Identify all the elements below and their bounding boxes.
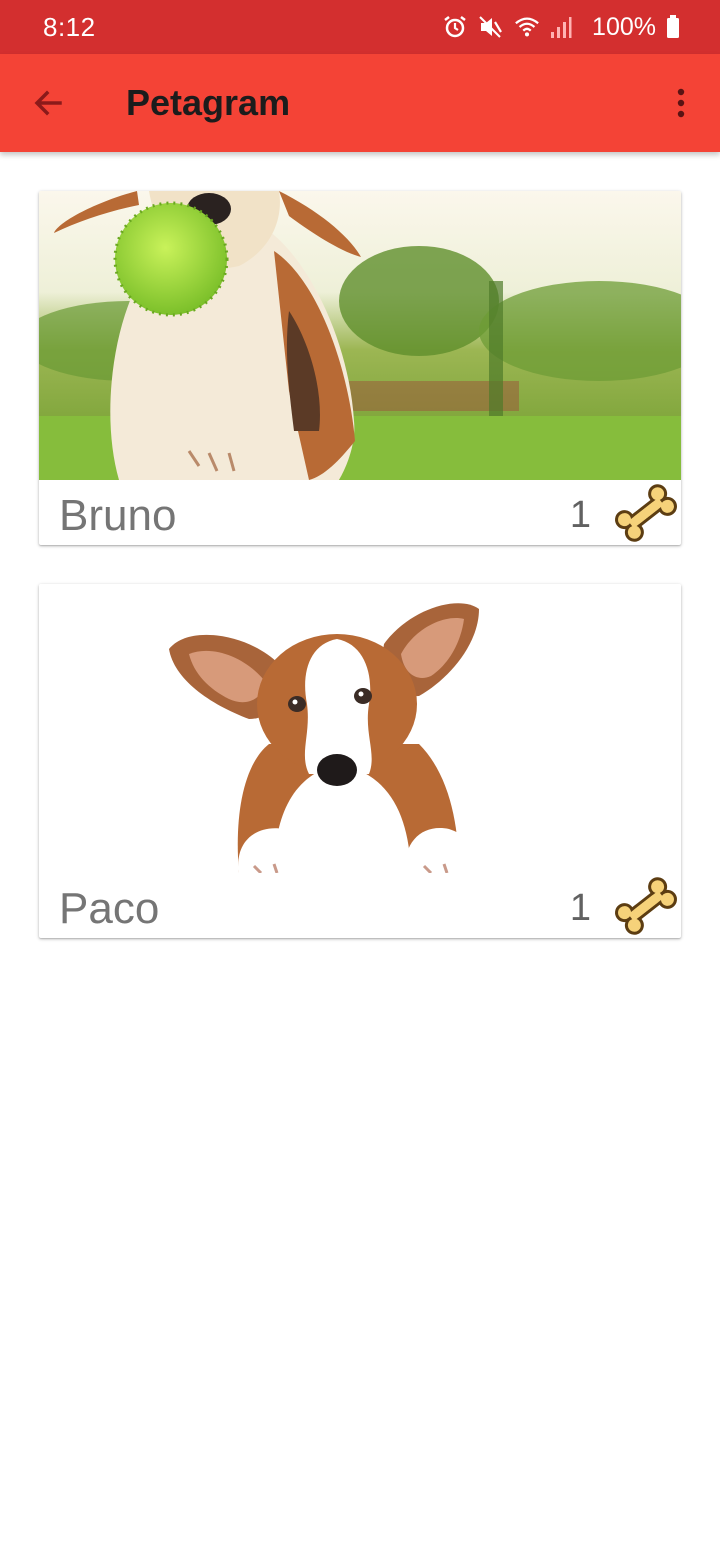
status-icons: 100% bbox=[442, 13, 680, 42]
pet-name: Bruno bbox=[59, 491, 177, 540]
pet-card[interactable]: Bruno 1 bbox=[39, 191, 681, 545]
like-count: 1 bbox=[569, 494, 591, 536]
pet-name: Paco bbox=[59, 884, 160, 933]
arrow-back-icon bbox=[34, 90, 62, 116]
status-bar: 8:12 100% bbox=[0, 0, 720, 54]
like-button[interactable] bbox=[613, 876, 679, 936]
bone-icon bbox=[615, 484, 677, 542]
battery-icon bbox=[666, 14, 680, 40]
wifi-icon bbox=[514, 14, 540, 40]
back-button[interactable] bbox=[28, 83, 68, 123]
app-title: Petagram bbox=[126, 82, 291, 123]
bone-icon bbox=[615, 877, 677, 935]
more-vert-icon bbox=[677, 88, 685, 118]
alarm-icon bbox=[442, 14, 468, 40]
app-bar: Petagram bbox=[0, 54, 720, 152]
pet-card[interactable]: Paco 1 bbox=[39, 584, 681, 938]
overflow-menu-button[interactable] bbox=[664, 83, 698, 123]
like-button[interactable] bbox=[613, 483, 679, 543]
battery-percent: 100% bbox=[592, 12, 656, 41]
pet-photo bbox=[39, 191, 681, 480]
pet-photo bbox=[39, 584, 681, 873]
like-count: 1 bbox=[569, 887, 591, 929]
mute-icon bbox=[478, 14, 504, 40]
status-time: 8:12 bbox=[43, 11, 96, 42]
signal-icon bbox=[550, 14, 576, 40]
